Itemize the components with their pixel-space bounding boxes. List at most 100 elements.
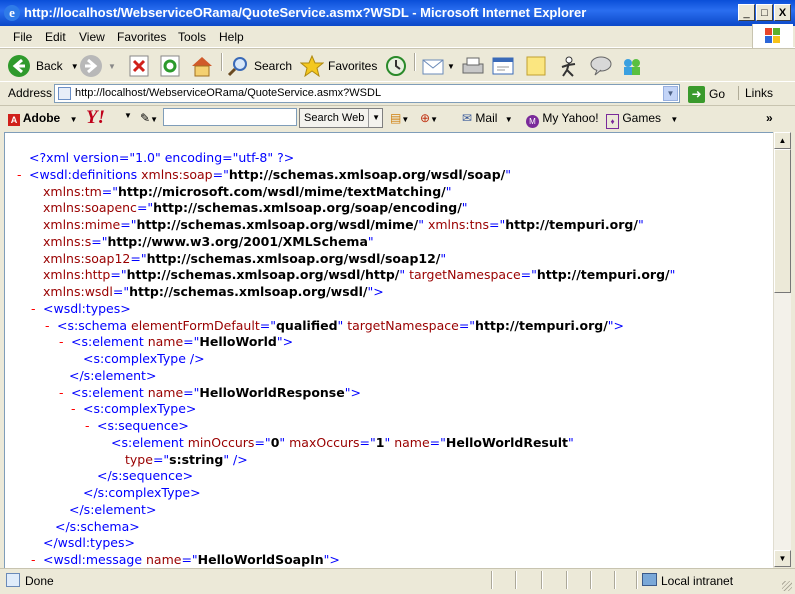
svg-text:▼: ▼ bbox=[447, 62, 455, 71]
xml-token: =" bbox=[183, 384, 200, 400]
edit-button[interactable] bbox=[491, 53, 517, 79]
messenger-buddies-button[interactable] bbox=[620, 53, 644, 79]
xml-line: <s:element name="HelloWorldResponse"> bbox=[71, 385, 361, 401]
xml-token: =" bbox=[212, 166, 229, 182]
xml-token: name bbox=[147, 384, 184, 400]
forward-button[interactable]: ▼ bbox=[80, 53, 116, 79]
xml-token: <s:schema bbox=[57, 317, 132, 333]
xml-token: =" bbox=[120, 217, 137, 232]
yahoo-search-button[interactable]: Search Web ▼ bbox=[299, 108, 383, 128]
ie-logo-icon: e bbox=[4, 5, 20, 21]
xml-line: </s:element> bbox=[69, 368, 156, 384]
xml-token: maxOccurs bbox=[289, 434, 360, 450]
go-button[interactable]: ➜ Go bbox=[688, 84, 725, 104]
stop-button[interactable] bbox=[128, 53, 150, 79]
discuss-button[interactable] bbox=[524, 53, 548, 79]
menu-file[interactable]: File bbox=[13, 30, 32, 44]
my-yahoo-button[interactable]: M My Yahoo! bbox=[526, 111, 599, 128]
xml-token: <wsdl:definitions bbox=[29, 166, 142, 182]
address-input[interactable]: http://localhost/WebserviceORama/QuoteSe… bbox=[54, 84, 680, 103]
menu-tools[interactable]: Tools bbox=[178, 30, 206, 44]
print-button[interactable] bbox=[460, 53, 486, 79]
zone-label: Local intranet bbox=[661, 574, 734, 588]
antispy-icon[interactable]: ⊕▼ bbox=[420, 111, 438, 125]
xml-token: elementFormDefault bbox=[131, 317, 260, 333]
xml-token: name bbox=[147, 334, 184, 350]
xml-token: =" bbox=[359, 434, 376, 450]
xml-token: =" bbox=[181, 552, 198, 567]
my-yahoo-label: My Yahoo! bbox=[542, 111, 599, 125]
xml-token: </s:element> bbox=[69, 367, 157, 383]
standard-toolbar: Back ▼ ▼ Search Favorites ▼ bbox=[0, 48, 795, 82]
page-icon bbox=[58, 87, 71, 100]
resize-grip-icon[interactable] bbox=[782, 581, 792, 591]
back-label: Back bbox=[36, 59, 63, 73]
xml-line: xmlns:s="http://www.w3.org/2001/XMLSchem… bbox=[43, 234, 374, 250]
minimize-button[interactable]: _ bbox=[738, 4, 755, 21]
xml-token: " bbox=[505, 166, 511, 182]
yahoo-toolbar: A Adobe ▼ Y! ▼ ✎▼ Search Web ▼ ▤▼ ⊕▼ ✉ Ma… bbox=[0, 105, 795, 131]
person-icon bbox=[561, 56, 576, 77]
windows-logo-icon bbox=[752, 24, 793, 48]
menu-edit[interactable]: Edit bbox=[45, 30, 66, 44]
close-button[interactable]: X bbox=[774, 4, 791, 21]
yahoo-mail-button[interactable]: ✉ Mail ▼ bbox=[462, 111, 513, 125]
collapse-toggle[interactable]: - bbox=[31, 301, 36, 317]
toolbar-divider bbox=[221, 53, 223, 71]
xml-token: =" bbox=[152, 451, 170, 467]
scroll-thumb[interactable] bbox=[774, 149, 791, 293]
chevron-down-icon[interactable]: ▼ bbox=[663, 86, 678, 101]
collapse-toggle[interactable]: - bbox=[59, 334, 64, 350]
buddies-icon bbox=[624, 59, 640, 75]
xml-token: xmlns:soap bbox=[141, 166, 213, 182]
home-button[interactable] bbox=[190, 53, 214, 79]
mail-label: Mail bbox=[475, 111, 498, 125]
search-button[interactable]: Search bbox=[226, 53, 292, 79]
collapse-toggle[interactable]: - bbox=[59, 385, 64, 401]
xml-token: http://tempuri.org/ bbox=[505, 217, 638, 232]
scroll-down-button[interactable]: ▼ bbox=[774, 550, 791, 567]
xml-line: <s:complexType> bbox=[83, 401, 196, 417]
xml-token: </s:element> bbox=[69, 501, 157, 517]
yahoo-logo[interactable]: Y! bbox=[86, 107, 105, 129]
games-button[interactable]: ♦ Games ▼ bbox=[606, 111, 678, 129]
chevron-down-icon[interactable]: ▼ bbox=[124, 111, 132, 120]
highlight-icon[interactable]: ▤▼ bbox=[390, 111, 409, 125]
menu-view[interactable]: View bbox=[79, 30, 105, 44]
status-divider bbox=[614, 571, 616, 589]
chat-icon bbox=[590, 56, 612, 76]
history-button[interactable] bbox=[384, 53, 408, 79]
scroll-up-button[interactable]: ▲ bbox=[774, 132, 791, 149]
favorites-button[interactable]: Favorites bbox=[300, 53, 377, 79]
chevron-more-icon[interactable]: » bbox=[766, 111, 773, 125]
home-icon bbox=[192, 57, 212, 77]
messenger-button[interactable] bbox=[557, 53, 581, 79]
yahoo-search-input[interactable] bbox=[163, 108, 297, 126]
vertical-scrollbar[interactable]: ▲ ▼ bbox=[773, 132, 791, 567]
back-button[interactable]: Back ▼ bbox=[8, 53, 79, 79]
menu-favorites[interactable]: Favorites bbox=[117, 30, 166, 44]
envelope-icon: ✉ bbox=[462, 111, 473, 125]
xml-token: =" bbox=[254, 434, 271, 450]
xml-token: =" bbox=[110, 267, 127, 283]
xml-token: <s:sequence> bbox=[97, 418, 189, 433]
xml-token: http://schemas.xmlsoap.org/wsdl/ bbox=[129, 284, 368, 299]
refresh-button[interactable] bbox=[159, 53, 181, 79]
collapse-toggle[interactable]: - bbox=[17, 167, 22, 183]
status-bar: Done Local intranet bbox=[0, 568, 795, 594]
adobe-button[interactable]: A Adobe ▼ bbox=[8, 111, 78, 126]
mail-button[interactable]: ▼ bbox=[421, 53, 455, 79]
xml-line: xmlns:mime="http://schemas.xmlsoap.org/w… bbox=[43, 217, 644, 233]
collapse-toggle[interactable]: - bbox=[85, 418, 90, 434]
xml-line: </s:sequence> bbox=[97, 468, 193, 484]
pencil-icon[interactable]: ✎▼ bbox=[140, 111, 158, 125]
collapse-toggle[interactable]: - bbox=[31, 552, 36, 568]
xml-token: targetNamespace bbox=[347, 317, 459, 333]
links-button[interactable]: Links bbox=[738, 86, 773, 100]
maximize-button[interactable]: □ bbox=[756, 4, 773, 21]
collapse-toggle[interactable]: - bbox=[45, 318, 50, 334]
xml-token: "> bbox=[367, 284, 384, 299]
menu-help[interactable]: Help bbox=[219, 30, 244, 44]
collapse-toggle[interactable]: - bbox=[71, 401, 76, 417]
chat-button[interactable] bbox=[589, 53, 613, 79]
